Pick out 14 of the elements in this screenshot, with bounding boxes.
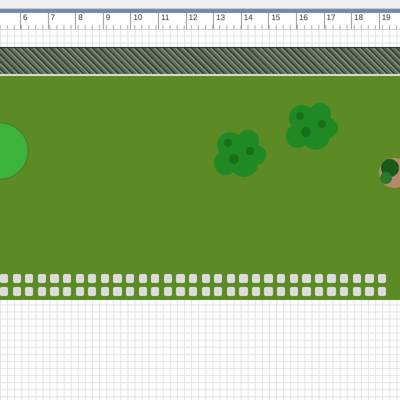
ruler-label: 17: [324, 13, 352, 29]
ruler-label: 6: [20, 13, 48, 29]
ruler-label: 12: [186, 13, 214, 29]
ruler-label: 13: [213, 13, 241, 29]
ruler-label: 18: [351, 13, 379, 29]
ruler-label: 8: [75, 13, 103, 29]
ruler-label: 9: [102, 13, 130, 29]
ruler-label: 10: [130, 13, 158, 29]
ruler-label: 15: [268, 13, 296, 29]
ruler-label: 19: [378, 13, 400, 29]
ruler-label: 14: [240, 13, 268, 29]
ruler-label: 16: [296, 13, 324, 29]
ruler-label: 7: [48, 13, 76, 29]
ruler-label: 11: [158, 13, 186, 29]
